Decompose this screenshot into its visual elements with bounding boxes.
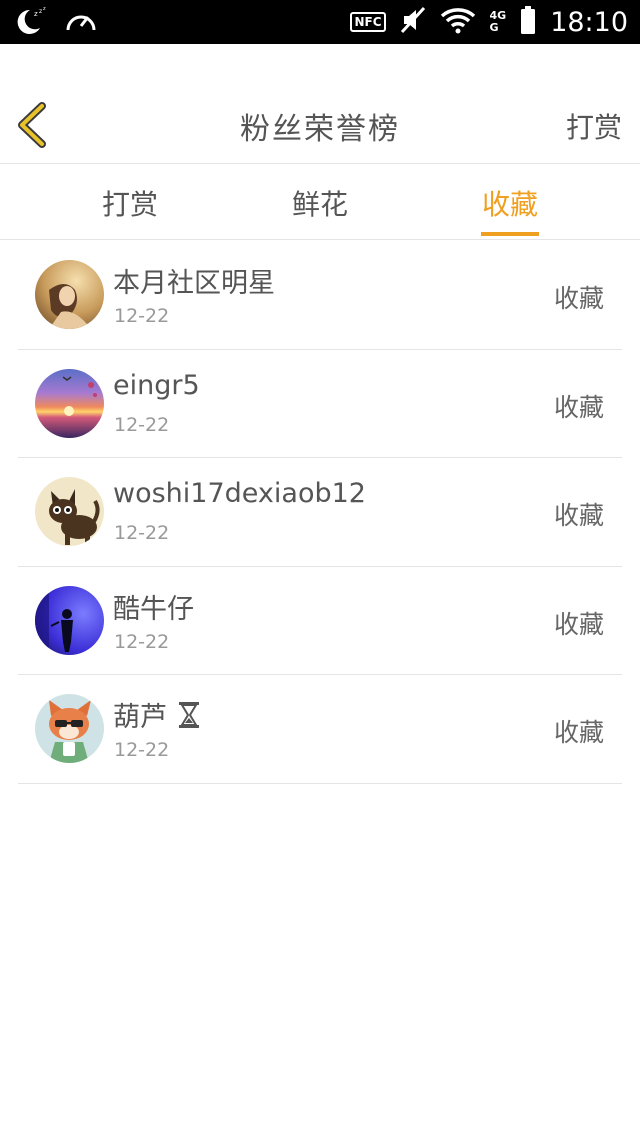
mute-icon bbox=[400, 6, 426, 38]
svg-text:z: z bbox=[39, 8, 42, 15]
svg-text:z: z bbox=[43, 6, 46, 12]
tab-favorites[interactable]: 收藏 bbox=[481, 165, 539, 240]
tab-label: 收藏 bbox=[481, 187, 538, 221]
user-date: 12-22 bbox=[114, 413, 170, 436]
cat-avatar bbox=[35, 477, 104, 546]
speedometer-icon bbox=[64, 6, 98, 40]
list-item[interactable]: 葫芦 12-22 收藏 bbox=[18, 675, 622, 784]
user-name: 本月社区明星 bbox=[113, 268, 275, 299]
favorite-label: 收藏 bbox=[553, 718, 604, 747]
nfc-icon: NFC bbox=[350, 12, 386, 32]
list-item[interactable]: eingr5 12-22 收藏 bbox=[18, 350, 622, 458]
wifi-icon bbox=[440, 6, 476, 38]
favorite-label: 收藏 bbox=[553, 609, 604, 639]
tab-reward[interactable]: 打赏 bbox=[80, 165, 180, 240]
fan-ranking-list: 本月社区明星 12-22 收藏 eingr5 12-22 收藏 woshi17d… bbox=[18, 241, 622, 784]
list-item[interactable]: 酷牛仔 12-22 收藏 bbox=[18, 567, 622, 675]
fox-avatar bbox=[35, 694, 104, 763]
user-name: 酷牛仔 bbox=[113, 593, 194, 625]
active-tab-indicator bbox=[481, 232, 539, 236]
woman-portrait-avatar bbox=[35, 260, 104, 329]
hourglass-icon bbox=[178, 701, 200, 736]
user-date: 12-22 bbox=[114, 739, 170, 761]
battery-icon bbox=[520, 5, 536, 39]
tab-bar: 打赏 鲜花 收藏 bbox=[0, 165, 640, 240]
header-bar: 粉丝荣誉榜 打赏 bbox=[0, 44, 640, 164]
status-bar: z z z NFC 4G G 18:10 bbox=[0, 0, 640, 44]
tab-flowers[interactable]: 鲜花 bbox=[270, 165, 370, 240]
user-name: woshi17dexiaob12 bbox=[113, 478, 366, 509]
blue-silhouette-avatar bbox=[35, 585, 104, 655]
network-type-g: G bbox=[489, 21, 499, 34]
sunset-avatar bbox=[35, 368, 104, 438]
list-item[interactable]: woshi17dexiaob12 12-22 收藏 bbox=[18, 458, 622, 567]
user-date: 12-22 bbox=[114, 305, 170, 327]
page-title: 粉丝荣誉榜 bbox=[240, 112, 400, 147]
favorite-label: 收藏 bbox=[553, 392, 604, 422]
user-name: 葫芦 bbox=[113, 695, 200, 736]
tab-label: 鲜花 bbox=[291, 187, 348, 221]
cellular-signal-icon: 4G G bbox=[490, 10, 507, 34]
user-name-text: 葫芦 bbox=[113, 702, 167, 733]
favorite-label: 收藏 bbox=[553, 501, 604, 530]
user-name: eingr5 bbox=[113, 369, 200, 401]
clock: 18:10 bbox=[550, 6, 628, 38]
svg-text:z: z bbox=[34, 10, 38, 18]
tab-label: 打赏 bbox=[101, 187, 158, 221]
reward-button[interactable]: 打赏 bbox=[566, 106, 622, 146]
moon-sleep-icon: z z z bbox=[14, 6, 48, 40]
favorite-label: 收藏 bbox=[553, 284, 604, 313]
user-date: 12-22 bbox=[114, 630, 170, 653]
list-item[interactable]: 本月社区明星 12-22 收藏 bbox=[18, 241, 622, 350]
user-date: 12-22 bbox=[114, 522, 170, 544]
